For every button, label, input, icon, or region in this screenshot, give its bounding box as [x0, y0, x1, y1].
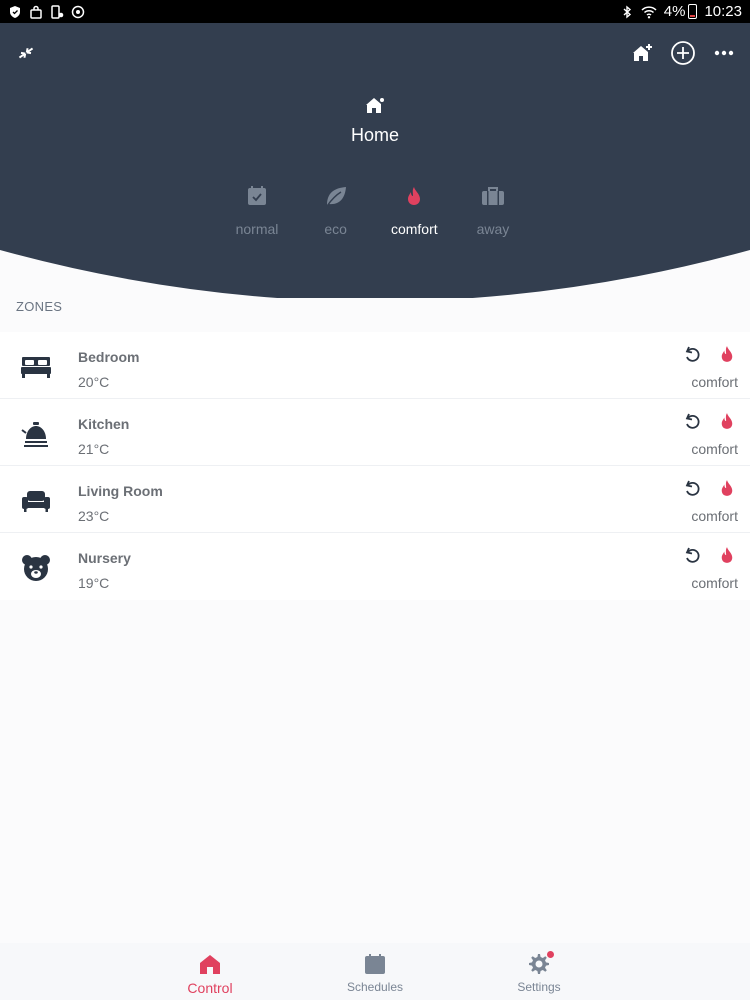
status-notifications [8, 4, 85, 19]
clock: 10:23 [704, 3, 742, 20]
zone-row-bedroom[interactable]: Bedroom 20°C comfort [0, 332, 750, 399]
zone-actions [656, 345, 736, 365]
zone-mode: comfort [691, 508, 738, 524]
zone-mode: comfort [691, 441, 738, 457]
nav-control[interactable]: Control [155, 951, 265, 996]
zone-mode: comfort [691, 575, 738, 591]
reset-icon[interactable] [684, 547, 700, 565]
battery-percent: 4% [663, 3, 686, 20]
mode-away[interactable]: away [454, 183, 532, 237]
zone-list: Bedroom 20°C comfort Kitchen 21°C comfor… [0, 332, 750, 600]
home-selector[interactable]: Home [0, 95, 750, 146]
mode-label: away [476, 221, 510, 237]
zone-actions [656, 412, 736, 432]
bluetooth-icon [623, 5, 631, 18]
bottom-navigation: Control Schedules Settings [0, 943, 750, 1000]
zone-mode: comfort [691, 374, 738, 390]
flame-icon [721, 480, 733, 496]
zone-name: Kitchen [78, 416, 130, 432]
collapse-arrows-icon [18, 47, 34, 59]
wifi-icon [641, 5, 657, 18]
flame-icon [721, 547, 733, 563]
mode-eco[interactable]: eco [297, 183, 375, 237]
header: Home normal eco comfort away [0, 23, 750, 298]
flame-icon [721, 413, 733, 429]
leaf-icon [326, 187, 346, 207]
add-zone-button[interactable] [667, 37, 699, 69]
teddy-bear-icon [22, 555, 50, 581]
battery-indicator: 4% [664, 3, 698, 20]
add-home-button[interactable] [626, 37, 658, 69]
reset-icon[interactable] [684, 480, 700, 498]
bed-icon [21, 357, 51, 378]
zone-name: Bedroom [78, 349, 140, 365]
zone-name: Nursery [78, 550, 131, 566]
zone-temperature: 21°C [78, 441, 110, 457]
reset-icon[interactable] [684, 346, 700, 364]
suitcase-icon [481, 187, 504, 205]
zone-name: Living Room [78, 483, 163, 499]
armchair-icon [22, 491, 50, 512]
more-button[interactable] [708, 37, 740, 69]
mode-label: comfort [390, 221, 438, 237]
flame-icon [721, 346, 733, 362]
mode-normal[interactable]: normal [218, 183, 296, 237]
mode-selector: normal eco comfort away [218, 183, 532, 237]
zone-row-kitchen[interactable]: Kitchen 21°C comfort [0, 399, 750, 466]
zone-actions [656, 479, 736, 499]
shield-icon [10, 5, 20, 18]
zone-row-living-room[interactable]: Living Room 23°C comfort [0, 466, 750, 533]
zone-temperature: 20°C [78, 374, 110, 390]
home-title: Home [350, 125, 399, 145]
plus-circle-icon [671, 41, 695, 65]
zones-section-label: ZONES [16, 299, 63, 314]
zone-row-nursery[interactable]: Nursery 19°C comfort [0, 533, 750, 600]
mode-comfort[interactable]: comfort [375, 183, 453, 237]
device-settings-icon [51, 4, 64, 19]
zone-actions [656, 546, 736, 566]
shopping-bag-icon [30, 5, 42, 19]
nav-label: Schedules [346, 980, 404, 994]
status-system: 4% 10:23 [620, 3, 742, 20]
nav-label: Control [187, 980, 233, 996]
status-bar: 4% 10:23 [0, 0, 750, 23]
home-icon [200, 955, 220, 974]
nav-label: Settings [517, 980, 561, 994]
zone-temperature: 23°C [78, 508, 110, 524]
home-icon [366, 98, 384, 113]
notification-dot [547, 951, 554, 958]
mode-label: normal [235, 221, 279, 237]
more-dots-icon [714, 50, 734, 56]
sync-icon [71, 5, 85, 18]
calendar-icon [365, 954, 385, 974]
collapse-button[interactable] [10, 37, 42, 69]
home-plus-icon [633, 44, 652, 61]
nav-schedules[interactable]: Schedules [320, 951, 430, 994]
mode-label: eco [324, 221, 347, 237]
reset-icon[interactable] [684, 413, 700, 431]
zone-temperature: 19°C [78, 575, 110, 591]
flame-icon [408, 187, 421, 205]
nav-settings[interactable]: Settings [484, 951, 594, 994]
kettle-icon [21, 422, 48, 447]
calendar-check-icon [248, 186, 266, 205]
battery-icon [688, 4, 698, 19]
